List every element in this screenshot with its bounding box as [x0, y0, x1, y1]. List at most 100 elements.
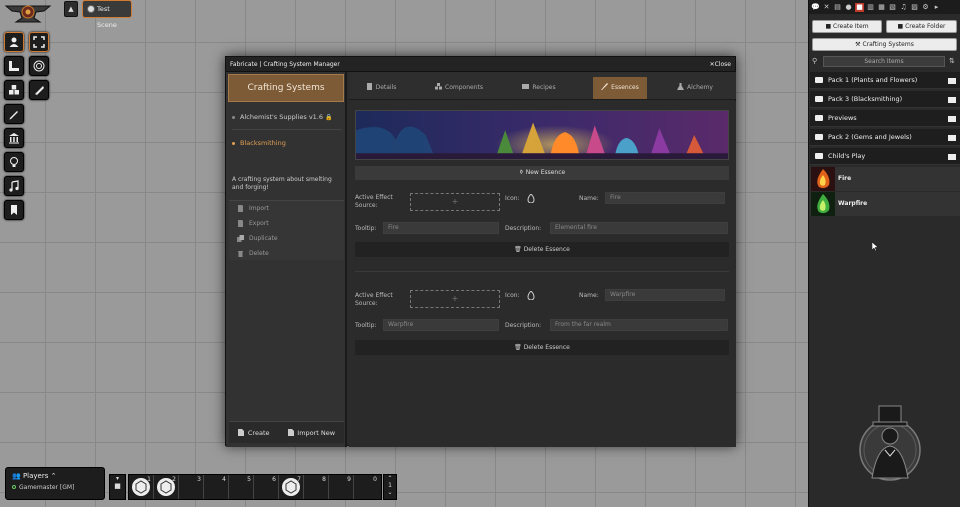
items-icon[interactable]: ■ — [855, 2, 864, 12]
folder-row[interactable]: Child's Play — [810, 148, 960, 165]
create-item-button[interactable]: ■ Create Item — [812, 20, 882, 33]
macro-slot[interactable]: 6 — [254, 475, 279, 499]
delete-essence-button[interactable]: 🗑 Delete Essence — [355, 242, 729, 257]
journal-icon[interactable]: ▥ — [866, 3, 875, 12]
tab-components[interactable]: Components — [429, 77, 489, 99]
macro-slot[interactable]: 1 — [129, 475, 154, 499]
collapse-icon[interactable]: ▸ — [932, 3, 941, 12]
essence-tooltip-input[interactable]: Warpfire — [383, 319, 499, 331]
delete-essence-button[interactable]: 🗑 Delete Essence — [355, 340, 729, 355]
window-header[interactable]: Fabricate | Crafting System Manager ✕Clo… — [226, 57, 735, 72]
add-folder-icon[interactable] — [948, 133, 956, 141]
active-effect-dropzone[interactable]: + — [410, 193, 500, 211]
alchemy-banner-image — [355, 110, 729, 160]
essence-description-input[interactable]: Elemental fire — [550, 222, 728, 234]
import-button[interactable]: Import — [229, 201, 344, 216]
folder-row[interactable]: Pack 2 (Gems and Jewels) — [810, 129, 960, 146]
trash-icon: 🗑 — [514, 246, 524, 253]
sort-icon[interactable]: ⇅ — [949, 57, 955, 65]
add-folder-icon[interactable] — [948, 95, 956, 103]
drawing-controls-button[interactable] — [4, 104, 24, 124]
folder-row[interactable]: Previews — [810, 110, 960, 127]
target-tool-button[interactable] — [29, 56, 49, 76]
tab-essences[interactable]: Essences — [593, 77, 647, 99]
wall-controls-button[interactable] — [4, 128, 24, 148]
import-icon — [238, 205, 243, 212]
chevron-up-icon[interactable]: ⌃ — [51, 472, 57, 480]
macro-slot[interactable]: 3 — [179, 475, 204, 499]
add-folder-icon[interactable] — [948, 114, 956, 122]
hotbar-page-number: 1 — [388, 482, 392, 489]
add-folder-icon[interactable] — [948, 152, 956, 160]
tables-icon[interactable]: ▦ — [877, 3, 886, 12]
macro-slot[interactable]: 8 — [304, 475, 329, 499]
item-row[interactable]: Warpfire — [810, 192, 960, 216]
macro-slot[interactable]: 9 — [329, 475, 354, 499]
folder-row[interactable]: Pack 1 (Plants and Flowers) — [810, 72, 960, 89]
folder-icon[interactable]: ■ — [110, 482, 125, 490]
window-close-button[interactable]: ✕Close — [710, 61, 731, 68]
tab-details[interactable]: Details — [359, 77, 403, 99]
anvil-logo-icon[interactable] — [4, 2, 52, 26]
chevron-down-icon[interactable]: ⌄ — [384, 489, 396, 496]
mortar-icon — [601, 83, 609, 90]
playlists-icon[interactable]: ♫ — [899, 3, 908, 12]
hotbar-page-control[interactable]: ⌃ 1 ⌄ — [383, 474, 397, 500]
folder-icon — [815, 77, 823, 83]
players-list[interactable]: 👥 Players ⌃ Gamemaster [GM] — [5, 467, 105, 500]
tile-controls-button[interactable] — [4, 80, 24, 100]
compendium-icon[interactable]: ▨ — [910, 3, 919, 12]
essence-description-input[interactable]: From the far realm — [550, 319, 728, 331]
essence-name-input[interactable]: Warpfire — [605, 289, 725, 301]
macro-slot[interactable]: 2 — [154, 475, 179, 499]
window-title: Fabricate | Crafting System Manager — [230, 60, 340, 68]
tab-recipes[interactable]: Recipes — [517, 77, 561, 99]
scroll-icon — [522, 84, 530, 89]
chat-icon[interactable]: 💬 — [811, 3, 820, 12]
sound-controls-button[interactable] — [4, 176, 24, 196]
macro-slot[interactable]: 7 — [279, 475, 304, 499]
ruler-combined-icon — [9, 61, 19, 71]
active-effect-dropzone[interactable]: + — [410, 290, 500, 308]
notes-controls-button[interactable] — [4, 200, 24, 220]
item-row[interactable]: Fire — [810, 167, 960, 191]
new-essence-button[interactable]: ⚱ New Essence — [355, 166, 729, 180]
scene-tab-active[interactable]: Test Scene — [82, 0, 132, 29]
add-folder-icon[interactable] — [948, 76, 956, 84]
bullet-icon — [232, 116, 235, 119]
chevron-up-icon[interactable]: ⌃ — [384, 475, 396, 482]
create-folder-button[interactable]: ■ Create Folder — [886, 20, 957, 33]
measure-controls-button[interactable] — [4, 56, 24, 76]
lighting-controls-button[interactable] — [4, 152, 24, 172]
scenes-icon[interactable]: ▤ — [833, 3, 842, 12]
caret-down-icon[interactable]: ▾ — [110, 475, 125, 482]
essence-name-input[interactable]: Fire — [605, 192, 725, 204]
crafting-systems-button[interactable]: ⚒ Crafting Systems — [812, 38, 957, 51]
search-items-input[interactable]: Search Items — [823, 56, 945, 67]
macro-slot[interactable]: 5 — [229, 475, 254, 499]
select-tool-button[interactable] — [29, 32, 49, 52]
fire-icon[interactable] — [527, 194, 535, 203]
token-controls-button[interactable] — [4, 32, 24, 52]
duplicate-button[interactable]: Duplicate — [229, 231, 344, 246]
cards-icon[interactable]: ▧ — [888, 3, 897, 12]
create-system-button[interactable]: Create — [237, 429, 270, 437]
actors-icon[interactable]: ● — [844, 3, 853, 12]
settings-icon[interactable]: ⚙ — [921, 3, 930, 12]
scene-nav-toggle-button[interactable]: ▲ — [64, 1, 78, 17]
essence-tooltip-input[interactable]: Fire — [383, 222, 499, 234]
folder-row[interactable]: Pack 3 (Blacksmithing) — [810, 91, 960, 108]
description-label: Description: — [505, 225, 542, 232]
crafting-system-item[interactable]: Alchemist's Supplies v1.6 🔒 — [226, 111, 347, 123]
macro-slot[interactable]: 0 — [354, 475, 379, 499]
combat-icon[interactable]: ✕ — [822, 3, 831, 12]
export-button[interactable]: Export — [229, 216, 344, 231]
delete-button[interactable]: Delete — [229, 246, 344, 261]
macro-slot[interactable]: 4 — [204, 475, 229, 499]
fire-icon[interactable] — [527, 291, 535, 300]
fabricate-mascot-icon — [859, 405, 921, 481]
ruler-tool-button[interactable] — [29, 80, 49, 100]
import-new-button[interactable]: Import New — [287, 429, 335, 437]
tab-alchemy[interactable]: Alchemy — [671, 77, 719, 99]
crafting-system-item-selected[interactable]: Blacksmithing — [226, 137, 347, 149]
